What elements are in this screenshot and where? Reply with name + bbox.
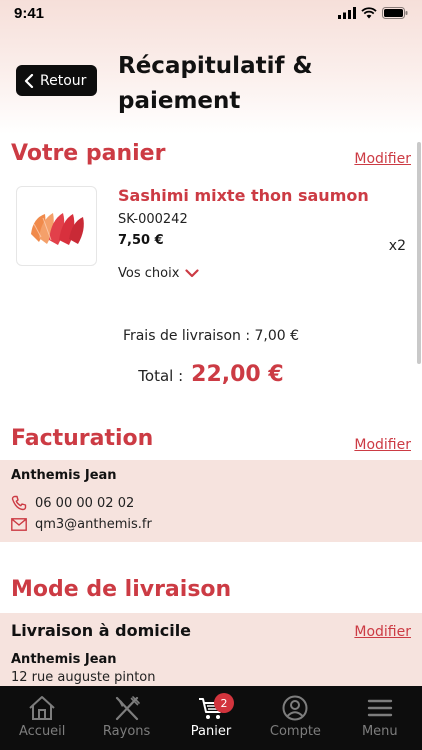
tab-accueil-label: Accueil bbox=[18, 724, 66, 739]
back-button-label: Retour bbox=[40, 72, 87, 89]
tab-panier[interactable]: 2 Panier bbox=[169, 686, 253, 750]
account-icon bbox=[282, 695, 308, 721]
cart-modify-link[interactable]: Modifier bbox=[354, 151, 411, 167]
delivery-panel: Livraison à domicile Modifier Anthemis J… bbox=[0, 613, 422, 686]
page-title: Récapitulatif & paiement bbox=[118, 49, 408, 119]
total-row: Total : 22,00 € bbox=[0, 362, 422, 387]
tab-accueil[interactable]: Accueil bbox=[0, 686, 84, 750]
tab-rayons[interactable]: Rayons bbox=[84, 686, 168, 750]
signal-icon bbox=[338, 7, 356, 19]
delivery-type: Livraison à domicile bbox=[11, 621, 192, 640]
choices-label: Vos choix bbox=[118, 266, 180, 281]
delivery-street: 12 rue auguste pinton bbox=[11, 670, 156, 685]
scrollbar[interactable] bbox=[417, 142, 421, 364]
delivery-modify-link[interactable]: Modifier bbox=[354, 624, 411, 640]
billing-panel: Anthemis Jean 06 00 00 02 02 qm3@anthemi… bbox=[0, 460, 422, 542]
home-icon bbox=[29, 696, 55, 720]
billing-email-row[interactable]: qm3@anthemis.fr bbox=[11, 517, 152, 532]
product-image[interactable] bbox=[16, 186, 97, 266]
delivery-section-title: Mode de livraison bbox=[11, 577, 232, 602]
billing-section-title: Facturation bbox=[11, 426, 154, 451]
total-label: Total : bbox=[138, 367, 184, 385]
tab-panier-label: Panier bbox=[190, 724, 232, 739]
cart-badge: 2 bbox=[214, 693, 235, 713]
billing-phone: 06 00 00 02 02 bbox=[35, 495, 135, 511]
fork-knife-icon bbox=[115, 696, 140, 721]
status-icons bbox=[338, 7, 408, 19]
billing-name: Anthemis Jean bbox=[11, 468, 117, 483]
phone-icon bbox=[11, 495, 27, 511]
page-title-line2: paiement bbox=[118, 88, 241, 114]
status-time: 9:41 bbox=[14, 5, 45, 22]
wifi-icon bbox=[361, 7, 377, 19]
chevron-down-icon bbox=[185, 269, 199, 278]
sashimi-image bbox=[30, 213, 84, 245]
menu-icon bbox=[367, 699, 393, 717]
product-quantity: x2 bbox=[388, 238, 406, 254]
page-title-line1: Récapitulatif & bbox=[118, 53, 313, 79]
battery-icon bbox=[382, 7, 408, 19]
product-price: 7,50 € bbox=[118, 233, 164, 248]
tab-compte[interactable]: Compte bbox=[253, 686, 337, 750]
delivery-fee: Frais de livraison : 7,00 € bbox=[122, 328, 300, 344]
billing-phone-row[interactable]: 06 00 00 02 02 bbox=[11, 495, 134, 511]
status-bar: 9:41 bbox=[0, 0, 422, 30]
cart-section-title: Votre panier bbox=[11, 141, 166, 166]
tab-rayons-label: Rayons bbox=[102, 724, 151, 739]
product-name[interactable]: Sashimi mixte thon saumon bbox=[118, 186, 369, 205]
delivery-name: Anthemis Jean bbox=[11, 652, 117, 667]
tab-menu[interactable]: Menu bbox=[338, 686, 422, 750]
choices-toggle[interactable]: Vos choix bbox=[118, 266, 199, 281]
product-ref: SK-000242 bbox=[118, 212, 188, 227]
tab-menu-label: Menu bbox=[361, 724, 398, 739]
mail-icon bbox=[11, 518, 27, 531]
tab-bar: Accueil Rayons 2 Panier Compte Menu bbox=[0, 686, 422, 750]
tab-compte-label: Compte bbox=[269, 724, 321, 739]
chevron-left-icon bbox=[24, 73, 34, 88]
back-button[interactable]: Retour bbox=[16, 65, 97, 96]
billing-modify-link[interactable]: Modifier bbox=[354, 437, 411, 453]
billing-email: qm3@anthemis.fr bbox=[35, 517, 152, 532]
total-value: 22,00 € bbox=[191, 362, 284, 387]
